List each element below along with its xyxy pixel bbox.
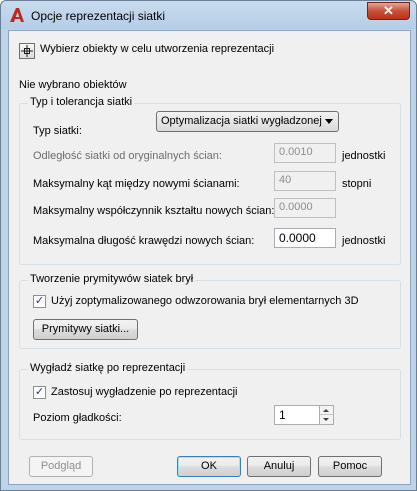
smoothness-spinner[interactable] xyxy=(319,405,334,425)
mesh-primitives-button[interactable]: Prymitywy siatki... xyxy=(33,319,138,340)
aspect-ratio-field[interactable]: 0.0000 xyxy=(274,198,336,218)
mesh-type-label: Typ siatki: xyxy=(33,125,82,137)
spin-down-icon[interactable] xyxy=(323,418,329,421)
distance-field[interactable]: 0.0010 xyxy=(274,143,336,163)
apply-smoothing-label[interactable]: Zastosuj wygładzenie po reprezentacji xyxy=(51,386,238,398)
group-title: Typ i tolerancja siatki xyxy=(28,96,135,108)
aspect-ratio-label: Maksymalny współczynnik kształtu nowych … xyxy=(33,205,275,217)
autocad-a-icon xyxy=(10,8,24,22)
smoothness-field[interactable]: 1 xyxy=(274,405,320,425)
edge-length-label: Maksymalna długość krawędzi nowych ścian… xyxy=(33,235,255,247)
mesh-type-dropdown[interactable]: Optymalizacja siatki wygładzonej xyxy=(156,111,339,132)
distance-unit: jednostki xyxy=(342,150,386,162)
dialog-title: Opcje reprezentacji siatki xyxy=(31,9,166,23)
use-optimized-checkbox[interactable]: ✓ xyxy=(33,295,46,308)
selection-status: Nie wybrano obiektów xyxy=(19,79,127,91)
edge-length-field[interactable]: 0.0000 xyxy=(274,228,336,248)
ok-button[interactable]: OK xyxy=(177,456,241,477)
smooth-mesh-group: Wygładź siatkę po reprezentacji xyxy=(19,362,401,440)
apply-smoothing-checkbox[interactable]: ✓ xyxy=(33,386,46,399)
help-button[interactable]: Pomoc xyxy=(318,456,382,477)
select-objects-icon xyxy=(21,45,33,57)
smoothness-label: Poziom gładkości: xyxy=(33,412,122,424)
spin-divider xyxy=(320,414,333,415)
max-angle-unit: stopni xyxy=(342,178,372,190)
chevron-down-icon xyxy=(325,119,333,124)
group-title: Wygładź siatkę po reprezentacji xyxy=(28,362,188,374)
dialog-window: Opcje reprezentacji siatki ✕ Wybierz obi… xyxy=(0,0,417,491)
close-button[interactable]: ✕ xyxy=(367,2,410,20)
dialog-body: Wybierz obiekty w celu utworzenia reprez… xyxy=(8,30,411,485)
title-bar[interactable]: Opcje reprezentacji siatki ✕ xyxy=(1,1,416,29)
max-angle-label: Maksymalny kąt między nowymi ścianami: xyxy=(33,178,240,190)
group-title: Tworzenie prymitywów siatek brył xyxy=(28,273,196,285)
edge-length-unit: jednostki xyxy=(342,235,386,247)
max-angle-field[interactable]: 40 xyxy=(274,171,336,191)
mesh-type-value: Optymalizacja siatki wygładzonej xyxy=(161,115,322,127)
spin-up-icon[interactable] xyxy=(323,409,329,412)
use-optimized-label[interactable]: Użyj zoptymalizowanego odwzorowania brył… xyxy=(51,295,359,307)
cancel-button[interactable]: Anuluj xyxy=(247,456,311,477)
preview-button[interactable]: Podgląd xyxy=(29,456,93,477)
distance-label: Odległość siatki od oryginalnych ścian: xyxy=(33,150,222,162)
select-objects-button[interactable] xyxy=(19,43,35,59)
select-objects-label: Wybierz obiekty w celu utworzenia reprez… xyxy=(40,43,275,55)
